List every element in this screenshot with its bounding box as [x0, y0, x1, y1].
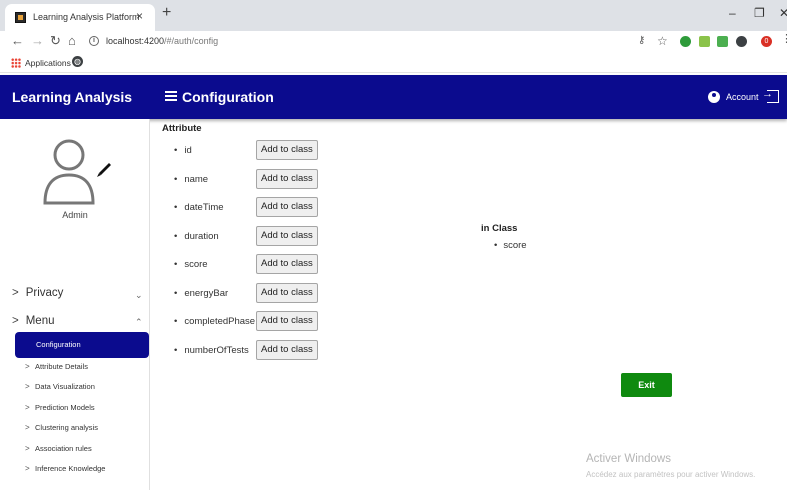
extension-profile-icon[interactable]: [736, 36, 747, 47]
attribute-row: energyBar Add to class: [174, 283, 334, 307]
extension-icon[interactable]: [699, 36, 710, 47]
sidebar-item-label: Prediction Models: [35, 403, 95, 412]
restore-icon[interactable]: ❐: [754, 7, 765, 19]
attribute-row: name Add to class: [174, 169, 334, 193]
browser-tab[interactable]: Learning Analysis Platform ×: [5, 4, 155, 31]
url-path: /#/auth/config: [164, 36, 219, 46]
apps-grid-icon[interactable]: [11, 58, 21, 68]
add-to-class-button[interactable]: Add to class: [256, 311, 318, 331]
sidebar-item-label: Privacy: [25, 287, 64, 299]
extension-download-icon[interactable]: [717, 36, 728, 47]
attribute-name: energyBar: [174, 288, 228, 299]
minimize-icon[interactable]: –: [729, 7, 736, 19]
home-icon[interactable]: ⌂: [68, 34, 76, 47]
sidebar-item-attribute-details[interactable]: > Attribute Details: [25, 362, 88, 371]
attribute-row: numberOfTests Add to class: [174, 340, 334, 364]
chevron-right-icon: >: [12, 315, 19, 327]
tab-favicon-icon: [15, 12, 26, 23]
sidebar-item-label: Association rules: [35, 444, 92, 453]
chevron-right-icon: >: [25, 362, 30, 371]
extension-check-icon[interactable]: [680, 36, 691, 47]
chevron-up-icon[interactable]: ⌃: [135, 317, 143, 328]
attribute-name: numberOfTests: [174, 345, 248, 356]
key-icon[interactable]: ⚷: [638, 36, 645, 46]
sidebar-item-configuration[interactable]: Configuration: [15, 332, 149, 358]
forward-icon[interactable]: →: [31, 34, 44, 47]
app-brand[interactable]: Learning Analysis: [12, 89, 132, 105]
new-tab-button[interactable]: +: [162, 5, 171, 21]
sidebar-item-label: Clustering analysis: [35, 423, 98, 432]
browser-tabstrip: Learning Analysis Platform × + – ❐ ✕: [0, 0, 787, 31]
sidebar-item-label: Configuration: [36, 340, 81, 349]
attribute-name: score: [174, 259, 207, 270]
sidebar-item-inference-knowledge[interactable]: > Inference Knowledge: [25, 464, 105, 473]
add-to-class-button[interactable]: Add to class: [256, 140, 318, 160]
app-header: Learning Analysis Configuration Account: [0, 75, 787, 119]
bookmarks-bar: Applications ◍: [0, 53, 787, 73]
chevron-right-icon: >: [25, 382, 30, 391]
bookmark-applications[interactable]: Applications: [25, 58, 71, 68]
add-to-class-button[interactable]: Add to class: [256, 169, 318, 189]
sidebar-item-label: Inference Knowledge: [35, 464, 106, 473]
reload-icon[interactable]: ↻: [50, 34, 61, 47]
windows-activation-subtitle: Accédez aux paramètres pour activer Wind…: [586, 470, 756, 479]
avatar-user-icon: [43, 139, 111, 205]
add-to-class-button[interactable]: Add to class: [256, 340, 318, 360]
browser-toolbar: ← → ↻ ⌂ i localhost:4200/#/auth/config ⚷…: [0, 31, 787, 53]
attribute-row: id Add to class: [174, 140, 334, 164]
attribute-name: duration: [174, 231, 218, 242]
page-title: Configuration: [182, 89, 274, 105]
windows-activation-title: Activer Windows: [586, 453, 671, 465]
chevron-right-icon: >: [25, 403, 30, 412]
attribute-name: completedPhase: [174, 316, 255, 327]
address-bar[interactable]: localhost:4200/#/auth/config: [106, 36, 218, 46]
account-icon[interactable]: [708, 91, 720, 103]
browser-menu-icon[interactable]: ⋮: [781, 34, 787, 45]
attribute-row: score Add to class: [174, 254, 334, 278]
back-icon[interactable]: ←: [11, 34, 24, 47]
sidebar: Admin > Privacy ⌄ > Menu ⌃ Configuration >…: [0, 119, 150, 490]
chevron-right-icon: >: [25, 444, 30, 453]
exit-button[interactable]: Exit: [621, 373, 672, 397]
tab-close-icon[interactable]: ×: [136, 9, 143, 23]
sidebar-item-data-visualization[interactable]: > Data Visualization: [25, 382, 95, 391]
sidebar-item-association-rules[interactable]: > Association rules: [25, 444, 92, 453]
add-to-class-button[interactable]: Add to class: [256, 283, 318, 303]
add-to-class-button[interactable]: Add to class: [256, 254, 318, 274]
attribute-heading: Attribute: [162, 123, 202, 134]
globe-icon[interactable]: ◍: [72, 56, 83, 67]
user-name: Admin: [62, 210, 88, 220]
add-to-class-button[interactable]: Add to class: [256, 197, 318, 217]
chevron-right-icon: >: [12, 287, 19, 299]
add-to-class-button[interactable]: Add to class: [256, 226, 318, 246]
attribute-row: dateTime Add to class: [174, 197, 334, 221]
sidebar-item-privacy[interactable]: > Privacy: [12, 287, 63, 299]
attribute-name: dateTime: [174, 202, 223, 213]
sidebar-item-label: Attribute Details: [35, 362, 88, 371]
sidebar-item-label: Data Visualization: [35, 382, 95, 391]
in-class-heading: in Class: [481, 223, 518, 234]
sidebar-item-prediction-models[interactable]: > Prediction Models: [25, 403, 95, 412]
sidebar-item-menu[interactable]: > Menu: [12, 315, 55, 327]
attribute-row: completedPhase Add to class: [174, 311, 334, 335]
sidebar-item-clustering-analysis[interactable]: > Clustering analysis: [25, 423, 98, 432]
attribute-name: name: [174, 174, 208, 185]
attribute-row: duration Add to class: [174, 226, 334, 250]
tab-title: Learning Analysis Platform: [33, 12, 140, 22]
account-link[interactable]: Account: [726, 92, 759, 102]
window-close-icon[interactable]: ✕: [779, 7, 787, 19]
in-class-item: score: [494, 240, 526, 251]
sidebar-item-label: Menu: [25, 315, 55, 327]
profile-avatar-icon[interactable]: 0: [761, 36, 772, 47]
attribute-name: id: [174, 145, 191, 156]
main-content: Attribute id Add to class name Add to cl…: [150, 119, 787, 490]
chevron-down-icon[interactable]: ⌄: [135, 290, 143, 301]
chevron-right-icon: >: [25, 423, 30, 432]
url-host: localhost:4200: [106, 36, 165, 46]
logout-icon[interactable]: [762, 88, 779, 103]
chevron-right-icon: >: [25, 464, 30, 473]
site-info-icon[interactable]: i: [89, 36, 99, 46]
star-icon[interactable]: ☆: [657, 35, 668, 47]
menu-toggle-icon[interactable]: [165, 91, 177, 101]
